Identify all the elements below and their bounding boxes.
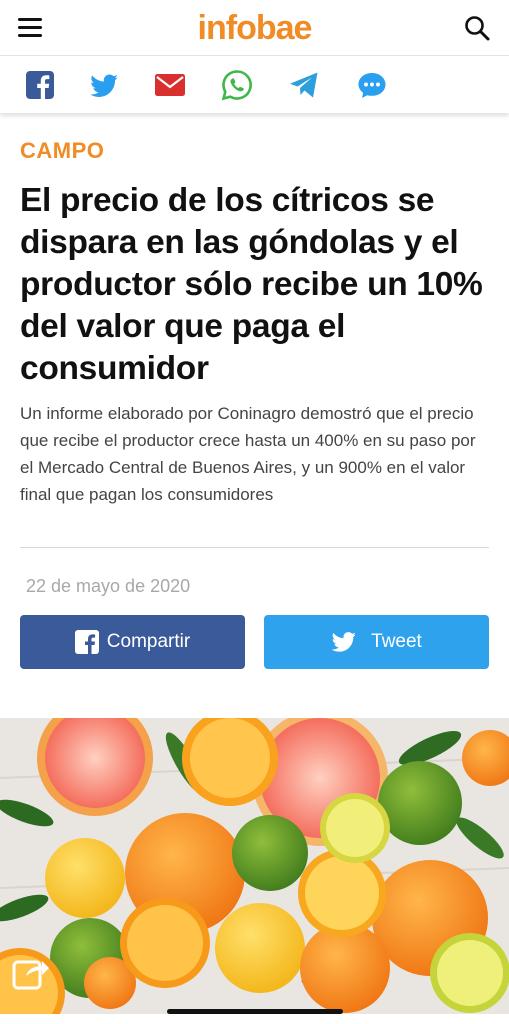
section-label[interactable]: CAMPO	[20, 138, 104, 164]
tweet-label: Tweet	[371, 631, 422, 652]
divider	[20, 547, 489, 548]
publish-date: 22 de mayo de 2020	[26, 576, 191, 596]
home-indicator	[167, 1009, 343, 1014]
whatsapp-icon[interactable]	[221, 69, 253, 101]
top-bar: infobae	[0, 0, 509, 56]
facebook-share-label: Compartir	[106, 631, 191, 652]
article-subtitle: Un informe elaborado por Coninagro demos…	[20, 404, 476, 504]
share-icon[interactable]	[12, 954, 50, 992]
citrus-photo	[0, 718, 509, 1014]
email-icon[interactable]	[154, 69, 186, 101]
twitter-icon[interactable]	[88, 69, 120, 101]
facebook-icon[interactable]	[24, 69, 56, 101]
hero-image	[0, 718, 509, 1014]
share-bar	[0, 57, 509, 113]
tweet-button[interactable]: Tweet	[264, 615, 489, 669]
facebook-icon	[74, 630, 99, 654]
messenger-icon[interactable]	[356, 69, 388, 101]
article-title: El precio de los cítricos se dispara en …	[20, 182, 483, 387]
telegram-icon[interactable]	[288, 69, 320, 101]
site-logo[interactable]: infobae	[0, 9, 509, 48]
twitter-icon	[331, 632, 356, 652]
facebook-share-button[interactable]: Compartir	[20, 615, 245, 669]
search-icon[interactable]	[463, 14, 491, 42]
